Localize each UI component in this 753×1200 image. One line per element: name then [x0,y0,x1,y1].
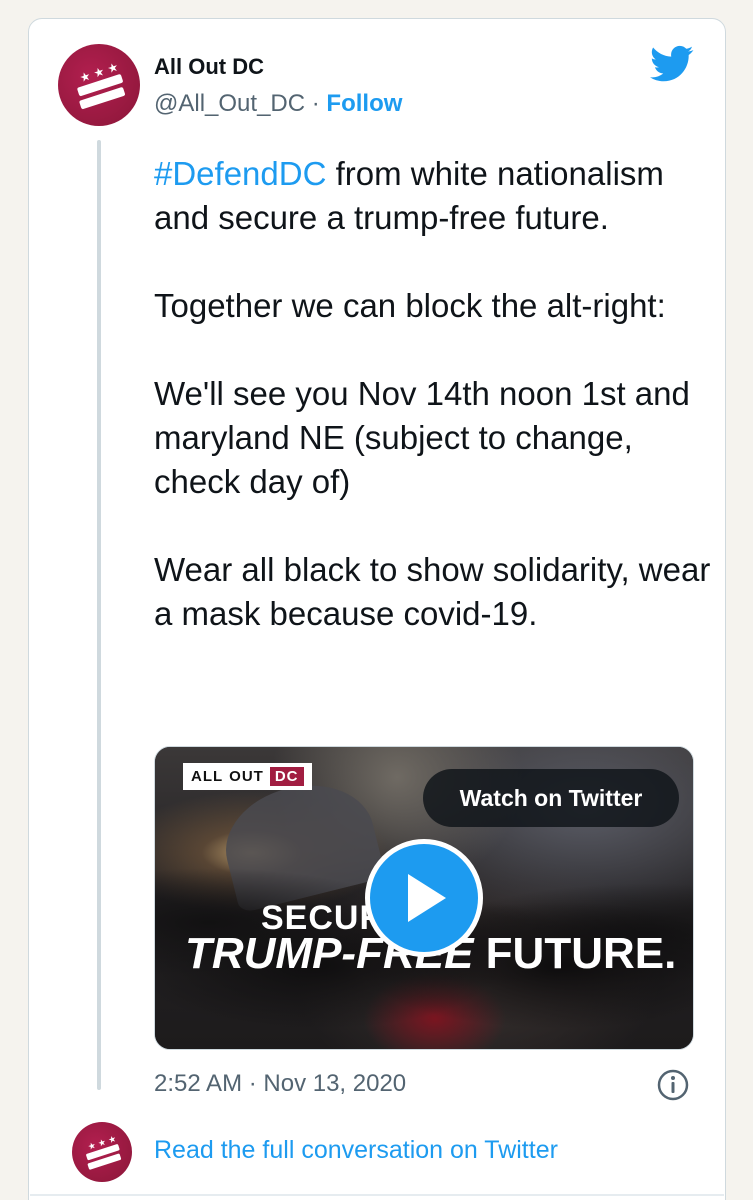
handle-row: @All_Out_DC · Follow [154,90,402,118]
tweet-paragraph: #DefendDC from white nationalism and sec… [154,152,714,240]
brand-dc: DC [269,767,304,786]
account-handle[interactable]: @All_Out_DC [154,90,305,117]
read-full-conversation-link[interactable]: Read the full conversation on Twitter [154,1136,558,1165]
tweet-paragraph: Wear all black to show solidarity, wear … [154,551,711,632]
brand-all: ALL [191,768,224,785]
avatar[interactable]: ★ ★ ★ [58,44,140,126]
tweet-text: #DefendDC from white nationalism and sec… [154,152,714,636]
tweet-paragraph: We'll see you Nov 14th noon 1st and mary… [154,375,690,500]
follow-button[interactable]: Follow [326,90,402,117]
tweet-timestamp[interactable]: 2:52 AM · Nov 13, 2020 [154,1070,406,1098]
twitter-bird-icon[interactable] [650,44,694,84]
watch-on-twitter-button[interactable]: Watch on Twitter [423,769,679,827]
handle-separator: · [311,90,320,117]
hashtag-link[interactable]: #DefendDC [154,155,326,192]
dc-flag-icon: ★ ★ ★ [77,60,125,110]
dc-flag-icon: ★ ★ ★ [86,1134,122,1170]
brand-tag: ALL OUT DC [183,763,312,790]
tweet-paragraph: Together we can block the alt-right: [154,287,666,324]
avatar-small[interactable]: ★ ★ ★ [72,1122,132,1182]
play-icon[interactable] [365,839,483,957]
thread-line [97,140,101,1090]
brand-out: OUT [229,768,264,785]
divider [30,1194,724,1196]
video-thumbnail[interactable]: ALL OUT DC SECURE TRUMP-FREE FUTURE. Wat… [154,746,694,1050]
overlay-rest: FUTURE. [473,929,677,978]
info-icon[interactable] [656,1068,690,1102]
account-name[interactable]: All Out DC [154,54,264,80]
